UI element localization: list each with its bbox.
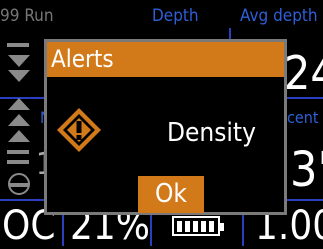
dialog-title: Alerts	[51, 45, 114, 73]
alert-dialog: Alerts Density Ok	[44, 39, 287, 215]
depth-value: 24	[284, 46, 323, 100]
right-value: 3'	[290, 142, 323, 198]
indicator-bar-icon	[7, 43, 29, 47]
header-avg-depth-label: Avg depth	[240, 6, 318, 26]
ascent-arrow-icon	[8, 98, 30, 110]
dialog-message: Density	[167, 118, 256, 148]
battery-icon	[172, 216, 224, 236]
header-depth-label: Depth	[152, 6, 199, 26]
middle-right-label: cent	[287, 108, 319, 127]
compass-icon	[8, 173, 30, 195]
warning-diamond-icon	[57, 108, 101, 152]
indicator-bar-icon	[7, 150, 29, 154]
header-run-label: 99 Run	[0, 6, 54, 26]
dialog-title-bar: Alerts	[47, 42, 284, 77]
ascent-arrow-icon	[8, 130, 30, 142]
ascent-arrow-icon	[8, 114, 30, 126]
descent-arrow-icon	[8, 55, 30, 67]
ok-button[interactable]: Ok	[138, 176, 204, 213]
indicator-bar-icon	[7, 160, 29, 164]
descent-arrow-icon	[8, 70, 30, 82]
